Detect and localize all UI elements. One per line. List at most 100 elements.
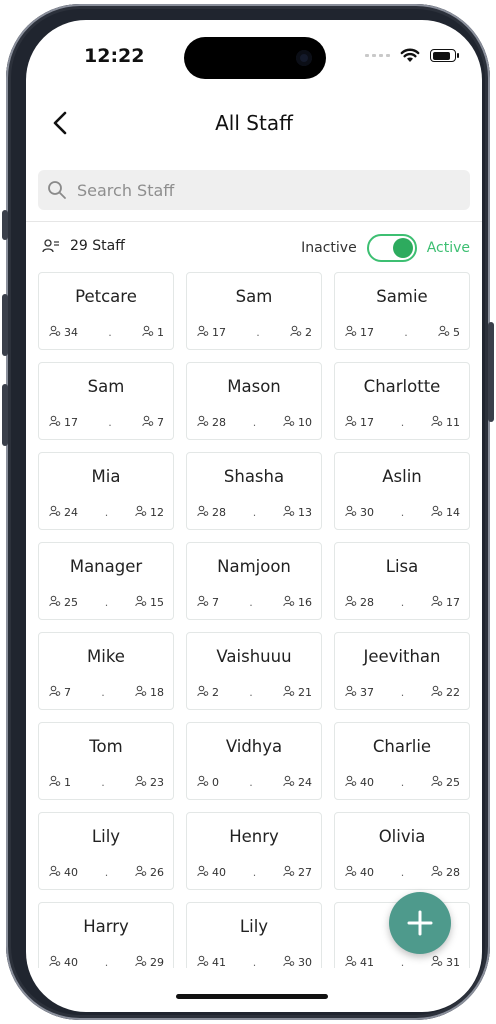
person-icon [431, 865, 443, 880]
person-icon [49, 955, 61, 968]
separator-dot: . [104, 506, 109, 519]
staff-card[interactable]: Manager 25. 15 [38, 542, 174, 620]
staff-card[interactable]: Charlie 40. 25 [334, 722, 470, 800]
separator-dot: . [101, 776, 105, 789]
stat-b-value: 18 [150, 686, 164, 699]
staff-card[interactable]: Charlotte 17. 11 [334, 362, 470, 440]
staff-card[interactable]: Lisa 28. 17 [334, 542, 470, 620]
staff-name: Olivia [378, 827, 426, 846]
stat-a: 7 [197, 595, 219, 610]
staff-card[interactable]: Harry 40. 29 [38, 902, 174, 968]
staff-name: Aslin [382, 467, 422, 486]
person-icon [345, 865, 357, 880]
staff-stats: 34. 1 [49, 325, 164, 340]
separator-dot: . [400, 686, 405, 699]
wifi-icon [400, 48, 420, 62]
stat-b: 14 [431, 505, 460, 520]
staff-card[interactable]: Shasha 28. 13 [186, 452, 322, 530]
active-toggle[interactable] [366, 234, 417, 262]
staff-name: Shasha [223, 467, 285, 486]
staff-grid: Petcare 34. 1 Sam 17. 2 Samie 17. 5 Sam 17. 7 Mason 2… [38, 272, 470, 968]
staff-name: Vaishuuu [216, 647, 292, 666]
separator-dot: . [252, 416, 257, 429]
person-icon [283, 865, 295, 880]
stat-a-value: 17 [212, 326, 226, 339]
separator-dot: . [108, 416, 112, 429]
staff-card[interactable]: Lily 40. 26 [38, 812, 174, 890]
staff-card[interactable]: Namjoon 7. 16 [186, 542, 322, 620]
staff-stats: 17. 5 [345, 325, 460, 340]
search-input[interactable] [75, 179, 439, 201]
staff-card[interactable]: Olivia 40. 28 [334, 812, 470, 890]
stat-b-value: 1 [157, 326, 164, 339]
stat-b-value: 25 [446, 776, 460, 789]
staff-card[interactable]: Sam 17. 7 [38, 362, 174, 440]
stat-b: 22 [431, 685, 460, 700]
staff-card[interactable]: Aslin 30. 14 [334, 452, 470, 530]
stat-a-value: 40 [360, 776, 374, 789]
staff-card[interactable]: Sam 17. 2 [186, 272, 322, 350]
separator-dot: . [104, 596, 109, 609]
staff-name: Henry [229, 827, 279, 846]
person-icon [283, 415, 295, 430]
person-icon [142, 325, 154, 340]
stat-b: 27 [283, 865, 312, 880]
staff-card[interactable]: Lily 41. 30 [186, 902, 322, 968]
separator-dot: . [400, 866, 405, 879]
staff-stats: 28. 13 [197, 505, 312, 520]
search-bar[interactable] [38, 170, 470, 210]
separator-dot: . [252, 866, 257, 879]
staff-card[interactable]: Petcare 34. 1 [38, 272, 174, 350]
stat-a: 25 [49, 595, 78, 610]
staff-name: Charlie [372, 737, 432, 756]
staff-card[interactable]: Jeevithan 37. 22 [334, 632, 470, 710]
staff-name: Vidhya [225, 737, 283, 756]
staff-name: Sam [87, 377, 125, 396]
stat-a-value: 37 [360, 686, 374, 699]
stat-a-value: 40 [212, 866, 226, 879]
stat-a: 28 [345, 595, 374, 610]
camera-icon [296, 50, 312, 66]
stat-b-value: 5 [453, 326, 460, 339]
staff-card[interactable]: Vidhya 0. 24 [186, 722, 322, 800]
stat-b-value: 24 [298, 776, 312, 789]
stat-b: 5 [438, 325, 460, 340]
stat-b: 11 [431, 415, 460, 430]
staff-card[interactable]: Mike 7. 18 [38, 632, 174, 710]
stat-a: 0 [197, 775, 219, 790]
stat-a: 40 [49, 955, 78, 968]
stat-a: 1 [49, 775, 71, 790]
person-icon [345, 955, 357, 968]
staff-card[interactable]: Henry 40. 27 [186, 812, 322, 890]
staff-stats: 7. 16 [197, 595, 312, 610]
stat-b-value: 15 [150, 596, 164, 609]
separator-dot: . [249, 596, 253, 609]
person-icon [197, 685, 209, 700]
person-icon [283, 595, 295, 610]
stat-b: 21 [283, 685, 312, 700]
staff-card[interactable]: Tom 1. 23 [38, 722, 174, 800]
staff-stats: 40. 25 [345, 775, 460, 790]
stat-b: 16 [283, 595, 312, 610]
staff-name: Namjoon [217, 557, 291, 576]
staff-stats: 17. 7 [49, 415, 164, 430]
staff-card[interactable]: Mia 24. 12 [38, 452, 174, 530]
staff-card[interactable]: Samie 17. 5 [334, 272, 470, 350]
page-title: All Staff [215, 111, 293, 135]
staff-card[interactable]: Mason 28. 10 [186, 362, 322, 440]
stat-a-value: 0 [212, 776, 219, 789]
staff-stats: 30. 14 [345, 505, 460, 520]
person-icon [431, 775, 443, 790]
action-button [2, 210, 8, 240]
staff-card[interactable]: Vaishuuu 2. 21 [186, 632, 322, 710]
staff-stats: 28. 17 [345, 595, 460, 610]
staff-stats: 0. 24 [197, 775, 312, 790]
stat-a-value: 41 [360, 956, 374, 968]
person-icon [49, 325, 61, 340]
add-staff-button[interactable] [389, 892, 451, 954]
stat-b: 30 [283, 955, 312, 968]
stat-a: 7 [49, 685, 71, 700]
person-icon [345, 325, 357, 340]
stat-a: 37 [345, 685, 374, 700]
person-icon [142, 415, 154, 430]
